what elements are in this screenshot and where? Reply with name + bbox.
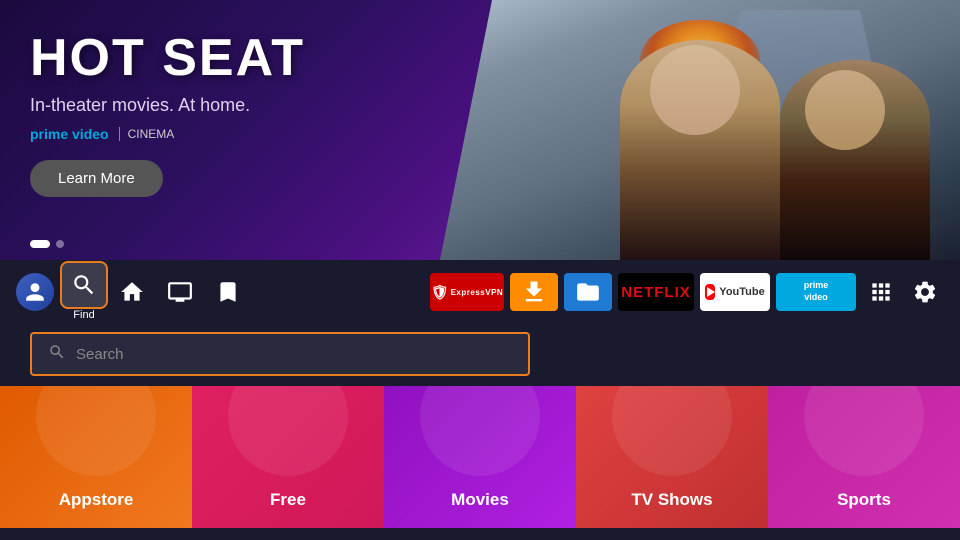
youtube-label: YouTube <box>719 286 764 298</box>
hero-content: HOT SEAT In-theater movies. At home. pri… <box>30 30 305 197</box>
cinema-badge: CINEMA <box>119 127 175 141</box>
netflix-app[interactable]: NETFLIX <box>618 273 694 311</box>
tv-nav-icon[interactable] <box>158 270 202 314</box>
downloader-icon <box>520 278 548 306</box>
character-right <box>780 60 930 260</box>
category-appstore[interactable]: Appstore <box>0 386 192 528</box>
hero-brand: prime video CINEMA <box>30 126 305 142</box>
hero-subtitle: In-theater movies. At home. <box>30 95 305 116</box>
expressvpn-shield-icon: 🛡 <box>431 284 449 301</box>
youtube-icon <box>705 284 715 300</box>
prime-video-label: primevideo <box>804 280 829 303</box>
file-manager-app[interactable] <box>564 273 612 311</box>
hero-image <box>440 0 960 260</box>
downloader-app[interactable] <box>510 273 558 311</box>
dot-2[interactable] <box>56 240 64 248</box>
app-icons-bar: 🛡 ExpressVPN NETFLIX YouTube <box>430 273 944 311</box>
netflix-label: NETFLIX <box>621 284 691 301</box>
settings-button[interactable] <box>906 273 944 311</box>
category-tvshows[interactable]: TV Shows <box>576 386 768 528</box>
hero-banner: HOT SEAT In-theater movies. At home. pri… <box>0 0 960 260</box>
category-free-label: Free <box>270 490 306 510</box>
search-nav-icon[interactable] <box>62 263 106 307</box>
carousel-dots <box>30 240 64 248</box>
prime-video-logo: prime video <box>30 126 109 142</box>
prime-video-app[interactable]: primevideo <box>776 273 856 311</box>
category-tvshows-label: TV Shows <box>631 490 712 510</box>
settings-icon <box>912 279 938 305</box>
find-label: Find <box>73 309 94 321</box>
category-appstore-label: Appstore <box>59 490 134 510</box>
category-movies-label: Movies <box>451 490 509 510</box>
dot-1[interactable] <box>30 240 50 248</box>
youtube-app[interactable]: YouTube <box>700 273 770 311</box>
category-sports[interactable]: Sports <box>768 386 960 528</box>
categories-row: Appstore Free Movies TV Shows Sports <box>0 386 960 528</box>
home-nav-icon[interactable] <box>110 270 154 314</box>
search-icon <box>48 343 66 366</box>
expressvpn-label: ExpressVPN <box>451 288 504 297</box>
character-left <box>620 40 780 260</box>
category-free[interactable]: Free <box>192 386 384 528</box>
navbar: Find 🛡 ExpressVPN <box>0 260 960 324</box>
find-nav-item[interactable]: Find <box>62 263 106 321</box>
category-sports-label: Sports <box>837 490 891 510</box>
youtube-play-icon <box>707 287 715 297</box>
apps-grid-icon <box>868 279 894 305</box>
search-placeholder: Search <box>76 346 124 363</box>
expressvpn-app[interactable]: 🛡 ExpressVPN <box>430 273 504 311</box>
bookmark-nav-icon[interactable] <box>206 270 250 314</box>
apps-grid-button[interactable] <box>862 273 900 311</box>
search-bar-container: Search <box>0 324 960 386</box>
category-movies[interactable]: Movies <box>384 386 576 528</box>
learn-more-button[interactable]: Learn More <box>30 160 163 197</box>
user-avatar[interactable] <box>16 273 54 311</box>
hero-title: HOT SEAT <box>30 30 305 87</box>
file-manager-icon <box>575 279 601 305</box>
search-bar[interactable]: Search <box>30 332 530 376</box>
